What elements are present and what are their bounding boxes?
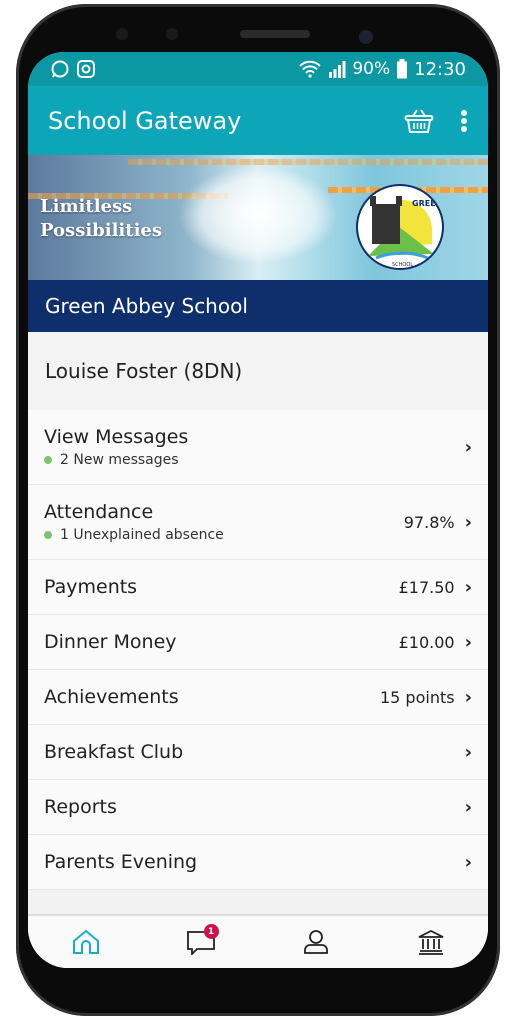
sensor — [116, 28, 128, 40]
chevron-right-icon: › — [464, 631, 472, 653]
item-label: Parents Evening — [44, 851, 198, 873]
menu-item-achievements[interactable]: Achievements 15 points › — [28, 670, 488, 725]
item-value: 15 points — [379, 687, 455, 707]
bank-icon — [418, 929, 443, 955]
app-title: School Gateway — [48, 106, 242, 135]
nav-profile[interactable] — [296, 924, 336, 960]
speaker — [240, 30, 310, 38]
basket-icon[interactable] — [404, 108, 434, 134]
school-name: Green Abbey School — [45, 294, 248, 318]
whatsapp-icon — [51, 60, 69, 78]
signal-icon — [329, 61, 346, 78]
swimmer-image — [178, 165, 338, 265]
menu-item-dinner-money[interactable]: Dinner Money £10.00 › — [28, 615, 488, 670]
home-icon — [72, 929, 99, 954]
item-value: 97.8% — [403, 512, 455, 532]
status-bar: 90% 12:30 — [28, 52, 488, 86]
item-label: Achievements — [44, 686, 179, 708]
item-subtext: 1 Unexplained absence — [60, 527, 224, 543]
item-label: Reports — [44, 796, 117, 818]
menu-item-payments[interactable]: Payments £17.50 › — [28, 560, 488, 615]
item-label: Payments — [44, 576, 138, 598]
nav-messages[interactable]: 1 — [181, 924, 221, 960]
menu-item-reports[interactable]: Reports › — [28, 780, 488, 835]
student-name[interactable]: Louise Foster (8DN) — [28, 332, 488, 410]
menu-item-parents-evening[interactable]: Parents Evening › — [28, 835, 488, 890]
banner-tagline: Limitless Possibilities — [40, 195, 162, 243]
tagline-line-2: Possibilities — [40, 220, 163, 241]
app-bar: School Gateway — [28, 86, 488, 155]
wifi-icon — [299, 60, 322, 78]
more-options-icon[interactable] — [460, 109, 468, 133]
logo-subtext: SCHOOL — [392, 262, 413, 268]
battery-percent: 90% — [352, 59, 391, 79]
bottom-nav: 1 — [28, 914, 488, 968]
chevron-right-icon: › — [464, 511, 472, 533]
tagline-line-1: Limitless — [40, 196, 133, 217]
item-label: Breakfast Club — [44, 741, 184, 763]
chevron-right-icon: › — [464, 436, 472, 458]
item-label: View Messages — [44, 426, 189, 448]
school-logo: GREEN SCHOOL — [356, 184, 444, 270]
status-dot — [44, 531, 52, 539]
messages-badge: 1 — [203, 924, 219, 939]
chevron-right-icon: › — [464, 741, 472, 763]
sensor — [166, 28, 178, 40]
chevron-right-icon: › — [464, 576, 472, 598]
status-dot — [44, 456, 52, 464]
chevron-right-icon: › — [464, 686, 472, 708]
menu-list: View Messages 2 New messages › Attendance 1… — [28, 410, 488, 890]
clock: 12:30 — [414, 58, 466, 80]
chevron-right-icon: › — [464, 796, 472, 818]
menu-item-view-messages[interactable]: View Messages 2 New messages › — [28, 410, 488, 485]
item-subtext: 2 New messages — [60, 452, 179, 468]
item-label: Attendance — [44, 501, 154, 523]
item-label: Dinner Money — [44, 631, 177, 653]
battery-icon — [397, 59, 408, 79]
menu-item-breakfast-club[interactable]: Breakfast Club › — [28, 725, 488, 780]
chevron-right-icon: › — [464, 851, 472, 873]
item-value: £17.50 — [398, 577, 455, 597]
camera — [359, 30, 373, 44]
nav-home[interactable] — [66, 924, 106, 960]
school-name-bar: Green Abbey School — [28, 280, 488, 332]
nav-bank[interactable] — [411, 924, 451, 960]
instagram-icon — [77, 60, 95, 78]
menu-item-attendance[interactable]: Attendance 1 Unexplained absence 97.8% › — [28, 485, 488, 560]
profile-icon — [303, 930, 328, 954]
item-value: £10.00 — [398, 632, 455, 652]
